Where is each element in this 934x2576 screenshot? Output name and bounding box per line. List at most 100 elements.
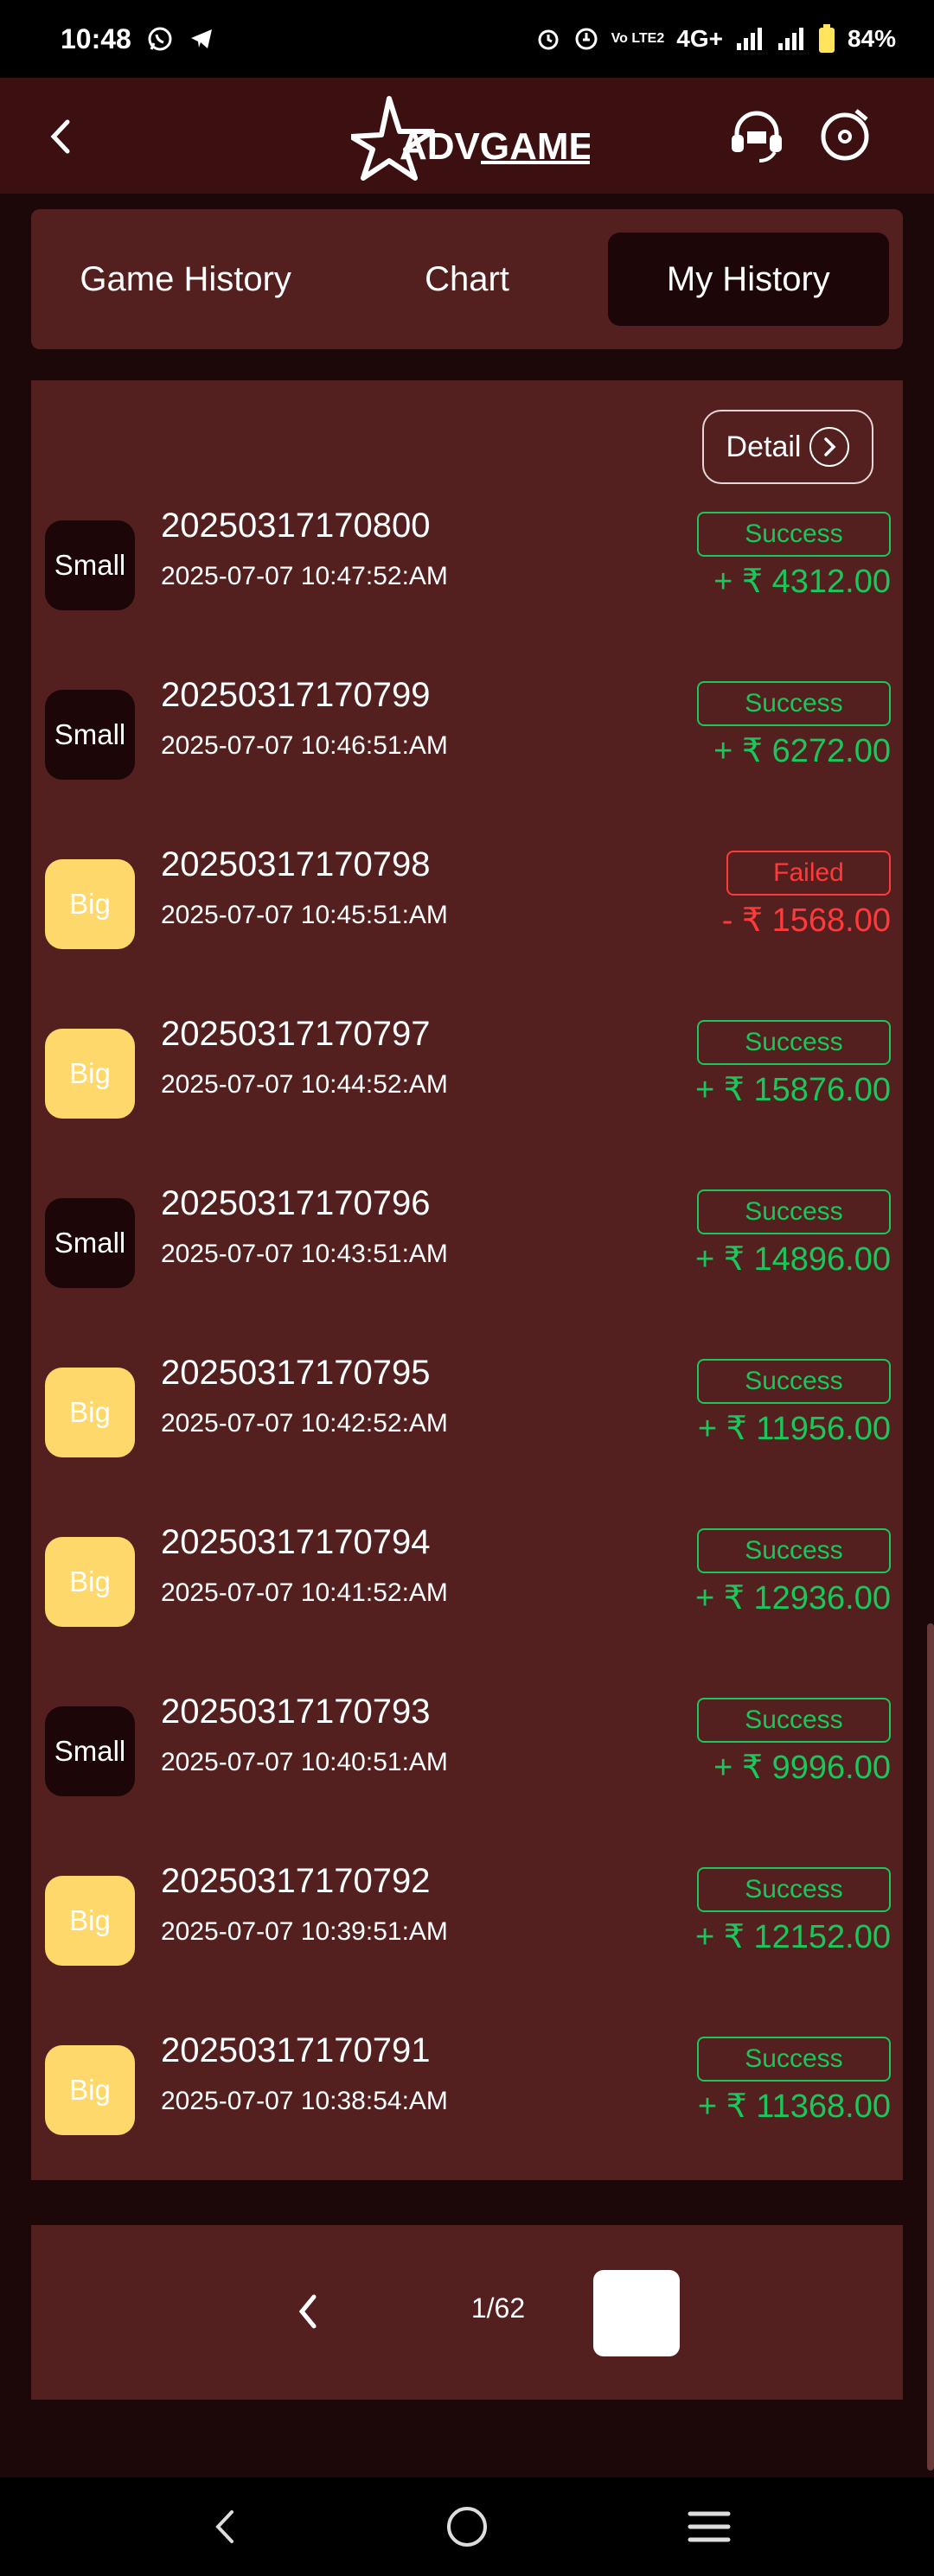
bet-time: 2025-07-07 10:40:51:AM bbox=[161, 1748, 448, 1776]
status-left: 10:48 bbox=[61, 23, 214, 55]
bet-type-badge: Small bbox=[45, 520, 135, 610]
status-badge: Success bbox=[697, 1867, 891, 1912]
period-number: 20250317170799 bbox=[161, 676, 431, 714]
bet-amount: + ₹ 6272.00 bbox=[713, 733, 891, 769]
battery-icon bbox=[818, 24, 835, 54]
tab-game-history[interactable]: Game History bbox=[45, 233, 326, 326]
period-number: 20250317170794 bbox=[161, 1523, 431, 1561]
volte-indicator: Vo LTE2 bbox=[611, 31, 665, 46]
bet-amount: + ₹ 12152.00 bbox=[695, 1919, 891, 1955]
history-row[interactable]: Big 20250317170797 2025-07-07 10:44:52:A… bbox=[31, 1015, 903, 1198]
nav-menu-button[interactable] bbox=[679, 2496, 739, 2557]
advgame-logo: ADVGAME bbox=[349, 96, 594, 181]
page-indicator: 1/62 bbox=[470, 2292, 526, 2324]
battery-percent: 84% bbox=[847, 25, 896, 52]
chevron-left-icon bbox=[298, 2294, 317, 2329]
whatsapp-icon bbox=[147, 26, 173, 52]
history-row[interactable]: Big 20250317170792 2025-07-07 10:39:51:A… bbox=[31, 1862, 903, 2045]
status-badge: Success bbox=[697, 1020, 891, 1065]
status-badge: Success bbox=[697, 1189, 891, 1234]
nav-home-button[interactable] bbox=[437, 2496, 497, 2557]
history-row[interactable]: Small 20250317170800 2025-07-07 10:47:52… bbox=[31, 507, 903, 690]
history-row[interactable]: Big 20250317170798 2025-07-07 10:45:51:A… bbox=[31, 845, 903, 1029]
bet-time: 2025-07-07 10:45:51:AM bbox=[161, 901, 448, 929]
app-header: ADVGAME bbox=[0, 78, 934, 194]
period-number: 20250317170793 bbox=[161, 1693, 431, 1731]
bet-amount: + ₹ 4312.00 bbox=[713, 564, 891, 600]
bet-amount: - ₹ 1568.00 bbox=[721, 902, 891, 939]
status-badge: Success bbox=[697, 1359, 891, 1404]
period-number: 20250317170800 bbox=[161, 507, 431, 545]
nav-back-button[interactable] bbox=[195, 2496, 255, 2557]
status-badge: Failed bbox=[726, 851, 891, 896]
bet-amount: + ₹ 12936.00 bbox=[695, 1580, 891, 1616]
bet-amount: + ₹ 9996.00 bbox=[713, 1750, 891, 1786]
bet-amount: + ₹ 15876.00 bbox=[695, 1072, 891, 1108]
bet-type-badge: Big bbox=[45, 2045, 135, 2135]
bet-type-badge: Big bbox=[45, 1029, 135, 1119]
bet-amount: + ₹ 11956.00 bbox=[697, 1411, 891, 1447]
bet-time: 2025-07-07 10:47:52:AM bbox=[161, 562, 448, 590]
status-right: Vo LTE2 4G+ 84% bbox=[535, 24, 896, 54]
history-row[interactable]: Small 20250317170799 2025-07-07 10:46:51… bbox=[31, 676, 903, 859]
scrollbar[interactable] bbox=[927, 1623, 934, 2471]
signal-icon bbox=[735, 26, 764, 52]
period-number: 20250317170797 bbox=[161, 1015, 431, 1053]
history-row[interactable]: Big 20250317170795 2025-07-07 10:42:52:A… bbox=[31, 1354, 903, 1537]
bet-type-badge: Big bbox=[45, 1368, 135, 1457]
history-row[interactable]: Big 20250317170794 2025-07-07 10:41:52:A… bbox=[31, 1523, 903, 1706]
bet-time: 2025-07-07 10:38:54:AM bbox=[161, 2087, 448, 2115]
history-list-panel: Detail Small 20250317170800 2025-07-07 1… bbox=[31, 380, 903, 2180]
logo: ADVGAME bbox=[349, 95, 594, 182]
signal-icon-2 bbox=[777, 26, 806, 52]
nav-menu-icon bbox=[688, 2511, 731, 2542]
chevron-right-circle-icon bbox=[809, 427, 850, 467]
music-button[interactable] bbox=[815, 105, 875, 166]
bet-time: 2025-07-07 10:42:52:AM bbox=[161, 1409, 448, 1438]
history-row[interactable]: Small 20250317170793 2025-07-07 10:40:51… bbox=[31, 1693, 903, 1876]
prev-page-button[interactable] bbox=[282, 2286, 334, 2337]
period-number: 20250317170796 bbox=[161, 1184, 431, 1222]
bet-type-badge: Small bbox=[45, 690, 135, 780]
bet-type-badge: Big bbox=[45, 859, 135, 949]
bet-type-badge: Small bbox=[45, 1706, 135, 1796]
nav-home-icon bbox=[447, 2507, 487, 2547]
bet-time: 2025-07-07 10:44:52:AM bbox=[161, 1070, 448, 1099]
pagination: 1/62 bbox=[31, 2225, 903, 2400]
chevron-left-icon bbox=[50, 119, 70, 154]
status-bar: 10:48 Vo LTE2 4G+ 84% bbox=[0, 0, 934, 78]
period-number: 20250317170792 bbox=[161, 1862, 431, 1900]
status-badge: Success bbox=[697, 681, 891, 726]
music-disc-icon bbox=[821, 109, 869, 161]
bet-type-badge: Big bbox=[45, 1537, 135, 1627]
tab-chart[interactable]: Chart bbox=[326, 233, 607, 326]
history-tabs: Game History Chart My History bbox=[31, 209, 903, 349]
period-number: 20250317170798 bbox=[161, 845, 431, 883]
period-number: 20250317170791 bbox=[161, 2031, 431, 2069]
nav-back-icon bbox=[215, 2510, 234, 2543]
bet-amount: + ₹ 14896.00 bbox=[695, 1241, 891, 1278]
detail-label: Detail bbox=[726, 430, 802, 463]
history-row[interactable]: Big 20250317170791 2025-07-07 10:38:54:A… bbox=[31, 2031, 903, 2215]
bet-amount: + ₹ 11368.00 bbox=[697, 2088, 891, 2125]
next-page-button[interactable] bbox=[593, 2270, 680, 2356]
bet-time: 2025-07-07 10:41:52:AM bbox=[161, 1578, 448, 1607]
bet-type-badge: Big bbox=[45, 1876, 135, 1966]
support-button[interactable] bbox=[726, 105, 787, 166]
status-badge: Success bbox=[697, 512, 891, 557]
alarm-icon bbox=[535, 26, 561, 52]
system-nav-bar bbox=[0, 2477, 934, 2576]
back-button[interactable] bbox=[35, 111, 86, 163]
status-badge: Success bbox=[697, 1698, 891, 1743]
hotspot-icon bbox=[573, 26, 599, 52]
bet-time: 2025-07-07 10:46:51:AM bbox=[161, 731, 448, 760]
period-number: 20250317170795 bbox=[161, 1354, 431, 1392]
headset-icon bbox=[732, 111, 782, 163]
history-rows: Small 20250317170800 2025-07-07 10:47:52… bbox=[31, 507, 903, 2215]
status-badge: Success bbox=[697, 2037, 891, 2082]
network-label: 4G+ bbox=[676, 25, 723, 52]
status-time: 10:48 bbox=[61, 22, 131, 54]
tab-my-history[interactable]: My History bbox=[607, 233, 889, 326]
history-row[interactable]: Small 20250317170796 2025-07-07 10:43:51… bbox=[31, 1184, 903, 1368]
detail-button[interactable]: Detail bbox=[702, 410, 873, 484]
